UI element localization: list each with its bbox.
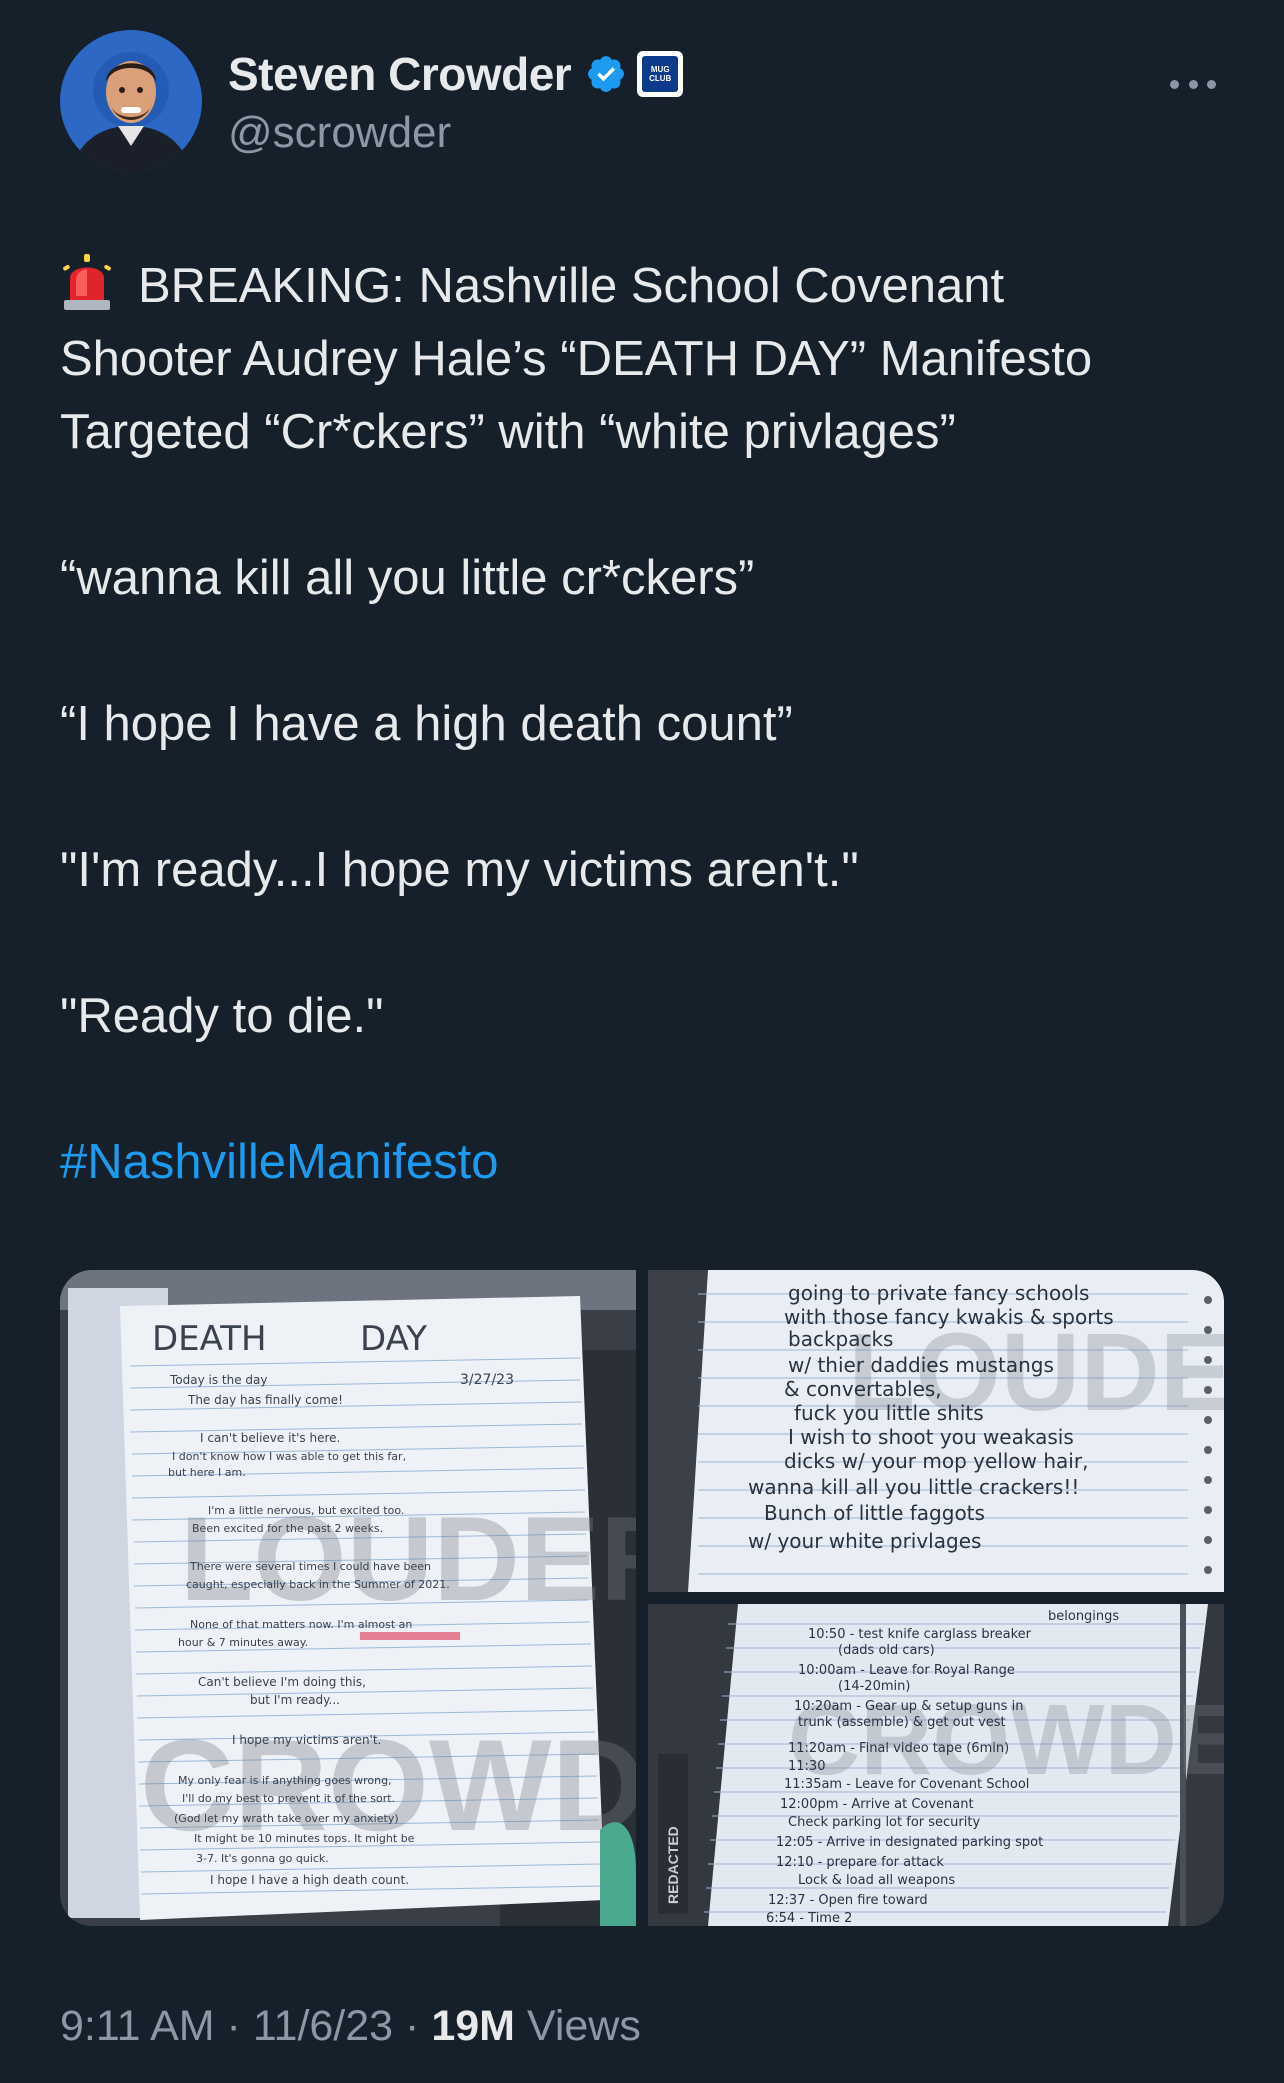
note-line: but here I am. [168,1466,246,1479]
headline-line: BREAKING: Nashville School Covenant [60,250,1224,323]
headline-text: BREAKING: Nashville School Covenant [138,259,1005,313]
note-title: DAY [360,1319,427,1359]
mug-club-badge-icon[interactable]: MUG CLUB [637,51,684,97]
note-line: 11:35am - Leave for Covenant School [784,1777,1029,1792]
media-image-2[interactable]: LOUDER going to private fancy schools wi… [648,1270,1224,1592]
note-line: (dads old cars) [838,1643,935,1658]
note-line: fuck you little shits [794,1401,984,1425]
note-line: I hope I have a high death count. [210,1873,409,1887]
note-line: I wish to shoot you weakasis [788,1425,1074,1449]
note-line: 12:10 - prepare for attack [776,1855,944,1870]
tweet-quote: “I hope I have a high death count” [60,697,793,751]
verified-badge-icon[interactable] [585,53,627,95]
note-line: 10:50 - test knife carglass breaker [808,1627,1032,1642]
note-line: 10:20am - Gear up & setup guns in [794,1699,1023,1714]
note-line: Bunch of little faggots [764,1501,985,1525]
note-line: Today is the day [169,1373,268,1387]
display-name[interactable]: Steven Crowder [228,47,572,101]
user-handle[interactable]: @scrowder [228,108,451,158]
note-line: 12:37 - Open fire toward [768,1893,928,1908]
note-line: going to private fancy schools [788,1281,1089,1305]
note-line: with those fancy kwakis & sports [784,1305,1114,1329]
note-line: 12:00pm - Arrive at Covenant [780,1797,974,1812]
note-line: dicks w/ your mop yellow hair, [784,1449,1088,1473]
note-line: 10:00am - Leave for Royal Range [798,1663,1015,1678]
note-line: The day has finally come! [187,1393,343,1407]
tweet-header: Steven Crowder MUG CLUB @scrowder [60,30,1224,180]
note-line: 11:20am - Final video tape (6min) [788,1741,1009,1756]
note-line: 6:54 - Time 2 [766,1911,852,1926]
note-line: w/ thier daddies mustangs [788,1353,1054,1377]
note-line: Check parking lot for security [788,1815,980,1830]
note-line: 3-7. It's gonna go quick. [196,1852,329,1865]
tweet-text: BREAKING: Nashville School Covenant Shoo… [60,250,1224,1272]
note-line: I'll do my best to prevent it of the sor… [182,1792,395,1805]
redacted-label: REDACTED [665,1826,681,1904]
tweet-meta: 9:11 AM · 11/6/23 · 19M Views [60,2002,641,2051]
note-line: but I'm ready... [250,1693,340,1707]
note-line: trunk (assemble) & get out vest [798,1715,1006,1730]
note-line: Can't believe I'm doing this, [198,1675,366,1689]
note-line: Been excited for the past 2 weeks. [192,1522,383,1535]
media-image-3[interactable]: CROWDER belongings 10:50 - test knife ca… [648,1604,1224,1926]
note-line: There were several times I could have be… [189,1560,431,1573]
media-grid: LOUDER CROWDER DEATH DAY 3/27/23 Today i… [60,1270,1224,1926]
tweet-quote: "Ready to die." [60,989,384,1043]
name-row: Steven Crowder MUG CLUB [228,46,684,102]
headline-line: Targeted “Cr*ckers” with “white privlage… [60,405,956,459]
tweet-quote: “wanna kill all you little cr*ckers” [60,551,755,605]
note-line: I don't know how I was able to get this … [172,1450,406,1463]
meta-separator: · [405,2002,420,2050]
police-siren-icon [60,252,114,312]
note-line: wanna kill all you little crackers!! [748,1475,1079,1499]
tweet-date[interactable]: 11/6/23 [253,2002,393,2050]
note-title: DEATH [152,1319,267,1359]
note-line: It might be 10 minutes tops. It might be [194,1832,415,1845]
hashtag-link[interactable]: #NashvilleManifesto [60,1126,1224,1199]
views-label: Views [526,2002,641,2050]
affiliate-badge-line: CLUB [649,74,672,83]
affiliate-badge-line: MUG [650,65,670,74]
views-count[interactable]: 19M [431,2002,515,2050]
note-line: 12:05 - Arrive in designated parking spo… [776,1835,1043,1850]
note-line: None of that matters now. I'm almost an [190,1618,412,1631]
note-line: I'm a little nervous, but excited too. [208,1504,404,1517]
media-image-1[interactable]: LOUDER CROWDER DEATH DAY 3/27/23 Today i… [60,1270,636,1926]
tweet-headline: BREAKING: Nashville School Covenant Shoo… [60,250,1224,469]
note-line: belongings [1048,1609,1119,1624]
note-line: Lock & load all weapons [798,1873,955,1888]
note-line: I hope my victims aren't. [232,1733,381,1747]
note-line: caught, especially back in the Summer of… [186,1578,450,1591]
avatar[interactable] [60,30,202,172]
note-line: My only fear is if anything goes wrong, [178,1774,392,1787]
note-line: hour & 7 minutes away. [178,1636,308,1649]
profile-photo [60,30,202,172]
note-line: (14-20min) [838,1679,910,1694]
note-line: 11:30 [788,1759,825,1774]
note-line: & convertables, [784,1377,942,1401]
tweet-quote: "I'm ready...I hope my victims aren't." [60,843,859,897]
headline-line: Shooter Audrey Hale’s “DEATH DAY” Manife… [60,332,1093,386]
note-line: 3/27/23 [460,1372,514,1388]
note-line: I can't believe it's here. [200,1431,340,1445]
note-line: backpacks [788,1327,893,1351]
note-line: w/ your white privlages [748,1529,981,1553]
meta-separator: · [226,2002,241,2050]
more-options-icon[interactable] [1170,74,1216,94]
tweet-time[interactable]: 9:11 AM [60,2002,215,2050]
note-line: (God let my wrath take over my anxiety) [174,1812,399,1825]
